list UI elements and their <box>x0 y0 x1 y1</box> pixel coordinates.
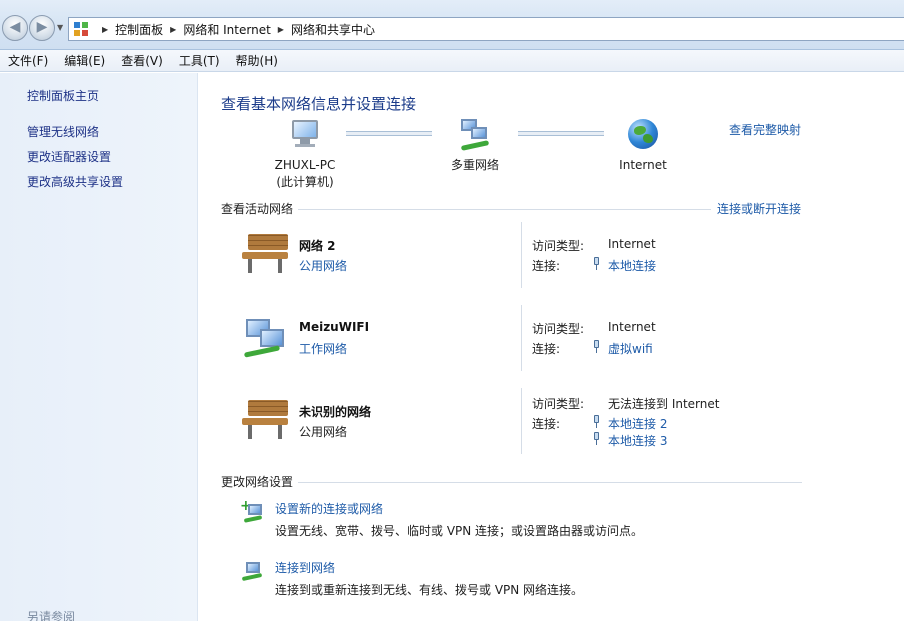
connections-label: 连接: <box>532 259 561 273</box>
globe-icon <box>625 117 661 153</box>
active-networks-header: 查看活动网络 <box>221 202 294 216</box>
map-internet[interactable]: Internet <box>608 117 678 174</box>
breadcrumb-network-sharing-center[interactable]: 网络和共享中心 <box>291 21 375 38</box>
access-type-label: 访问类型: <box>532 322 585 336</box>
forward-arrow-icon: ▶ <box>36 19 48 35</box>
network-name: 未识别的网络 <box>299 405 372 419</box>
menu-view[interactable]: 查看(V) <box>121 52 163 69</box>
ethernet-connection-icon <box>592 340 600 353</box>
connection-link[interactable]: 本地连接 2 <box>608 415 667 432</box>
connect-disconnect-link[interactable]: 连接或断开连接 <box>717 200 801 217</box>
ethernet-connection-icon <box>592 432 600 445</box>
menu-edit[interactable]: 编辑(E) <box>64 52 105 69</box>
column-divider <box>521 222 522 288</box>
connections-label: 连接: <box>532 342 561 356</box>
task-description: 设置无线、宽带、拨号、临时或 VPN 连接；或设置路由器或访问点。 <box>275 524 644 538</box>
address-bar-area: ◀ ▶ ▼ ▶ 控制面板 ▶ 网络和 Internet ▶ 网络和共享中心 <box>0 0 904 50</box>
map-this-computer: ZHUXL-PC (此计算机) <box>262 117 348 191</box>
computer-name: ZHUXL-PC <box>274 158 336 172</box>
breadcrumb-separator-icon[interactable]: ▶ <box>102 25 108 34</box>
breadcrumb-control-panel[interactable]: 控制面板 <box>115 21 163 38</box>
connection-link[interactable]: 虚拟wifi <box>608 340 653 357</box>
sidebar-manage-wireless[interactable]: 管理无线网络 <box>27 123 99 140</box>
menu-bar: 文件(F) 编辑(E) 查看(V) 工具(T) 帮助(H) <box>0 50 904 72</box>
multiple-networks-label: 多重网络 <box>450 158 499 172</box>
sidebar: 控制面板主页 管理无线网络 更改适配器设置 更改高级共享设置 另请参阅 <box>0 73 198 621</box>
internet-label: Internet <box>619 158 667 172</box>
breadcrumb-network-internet[interactable]: 网络和 Internet <box>183 21 270 38</box>
park-bench-icon <box>240 398 290 442</box>
connect-to-network-link[interactable]: 连接到网络 <box>275 559 335 576</box>
connection-link[interactable]: 本地连接 3 <box>608 432 667 449</box>
column-divider <box>521 388 522 454</box>
setup-new-connection-link[interactable]: 设置新的连接或网络 <box>275 500 383 517</box>
network-type-link[interactable]: 工作网络 <box>299 340 347 357</box>
menu-help[interactable]: 帮助(H) <box>236 52 278 69</box>
network-type-link[interactable]: 公用网络 <box>299 257 347 274</box>
back-button[interactable]: ◀ <box>2 15 28 41</box>
ethernet-connection-icon <box>592 257 600 270</box>
network-name: 网络 2 <box>299 239 336 253</box>
access-type-label: 访问类型: <box>532 397 585 411</box>
map-connector-line <box>346 131 432 136</box>
forward-button[interactable]: ▶ <box>29 15 55 41</box>
work-network-icon <box>240 315 290 359</box>
menu-tools[interactable]: 工具(T) <box>179 52 220 69</box>
multiple-networks-icon <box>457 117 493 153</box>
column-divider <box>521 305 522 371</box>
access-type-label: 访问类型: <box>532 239 585 253</box>
section-divider <box>298 209 711 210</box>
menu-file[interactable]: 文件(F) <box>8 52 48 69</box>
ethernet-connection-icon <box>592 415 600 428</box>
page-title: 查看基本网络信息并设置连接 <box>221 95 417 113</box>
connections-label: 连接: <box>532 417 561 431</box>
map-connector-line <box>518 131 604 136</box>
new-connection-icon: + <box>240 499 264 523</box>
access-type-value: Internet <box>608 320 656 334</box>
breadcrumb-separator-icon[interactable]: ▶ <box>278 25 284 34</box>
control-panel-icon <box>73 21 89 37</box>
access-type-value: 无法连接到 Internet <box>608 397 720 411</box>
view-full-map-link[interactable]: 查看完整映射 <box>729 121 801 138</box>
park-bench-icon <box>240 232 290 276</box>
address-bar[interactable]: ▶ 控制面板 ▶ 网络和 Internet ▶ 网络和共享中心 <box>68 17 904 41</box>
sidebar-control-panel-home[interactable]: 控制面板主页 <box>27 87 99 104</box>
task-description: 连接到或重新连接到无线、有线、拨号或 VPN 网络连接。 <box>275 583 584 597</box>
breadcrumb-separator-icon[interactable]: ▶ <box>170 25 176 34</box>
connection-link[interactable]: 本地连接 <box>608 257 656 274</box>
network-name: MeizuWIFI <box>299 320 370 334</box>
section-divider <box>298 482 802 483</box>
sidebar-change-adapter[interactable]: 更改适配器设置 <box>27 148 111 165</box>
map-multiple-networks: 多重网络 <box>440 117 510 174</box>
network-type-label: 公用网络 <box>299 425 348 439</box>
sidebar-advanced-sharing[interactable]: 更改高级共享设置 <box>27 173 123 190</box>
back-arrow-icon: ◀ <box>9 19 21 35</box>
sidebar-see-also: 另请参阅 <box>27 610 76 621</box>
computer-icon <box>287 117 323 153</box>
change-settings-header: 更改网络设置 <box>221 475 294 489</box>
history-dropdown-icon[interactable]: ▼ <box>57 23 63 32</box>
computer-subtitle: (此计算机) <box>276 175 334 189</box>
access-type-value: Internet <box>608 237 656 251</box>
connect-network-icon <box>240 560 264 582</box>
